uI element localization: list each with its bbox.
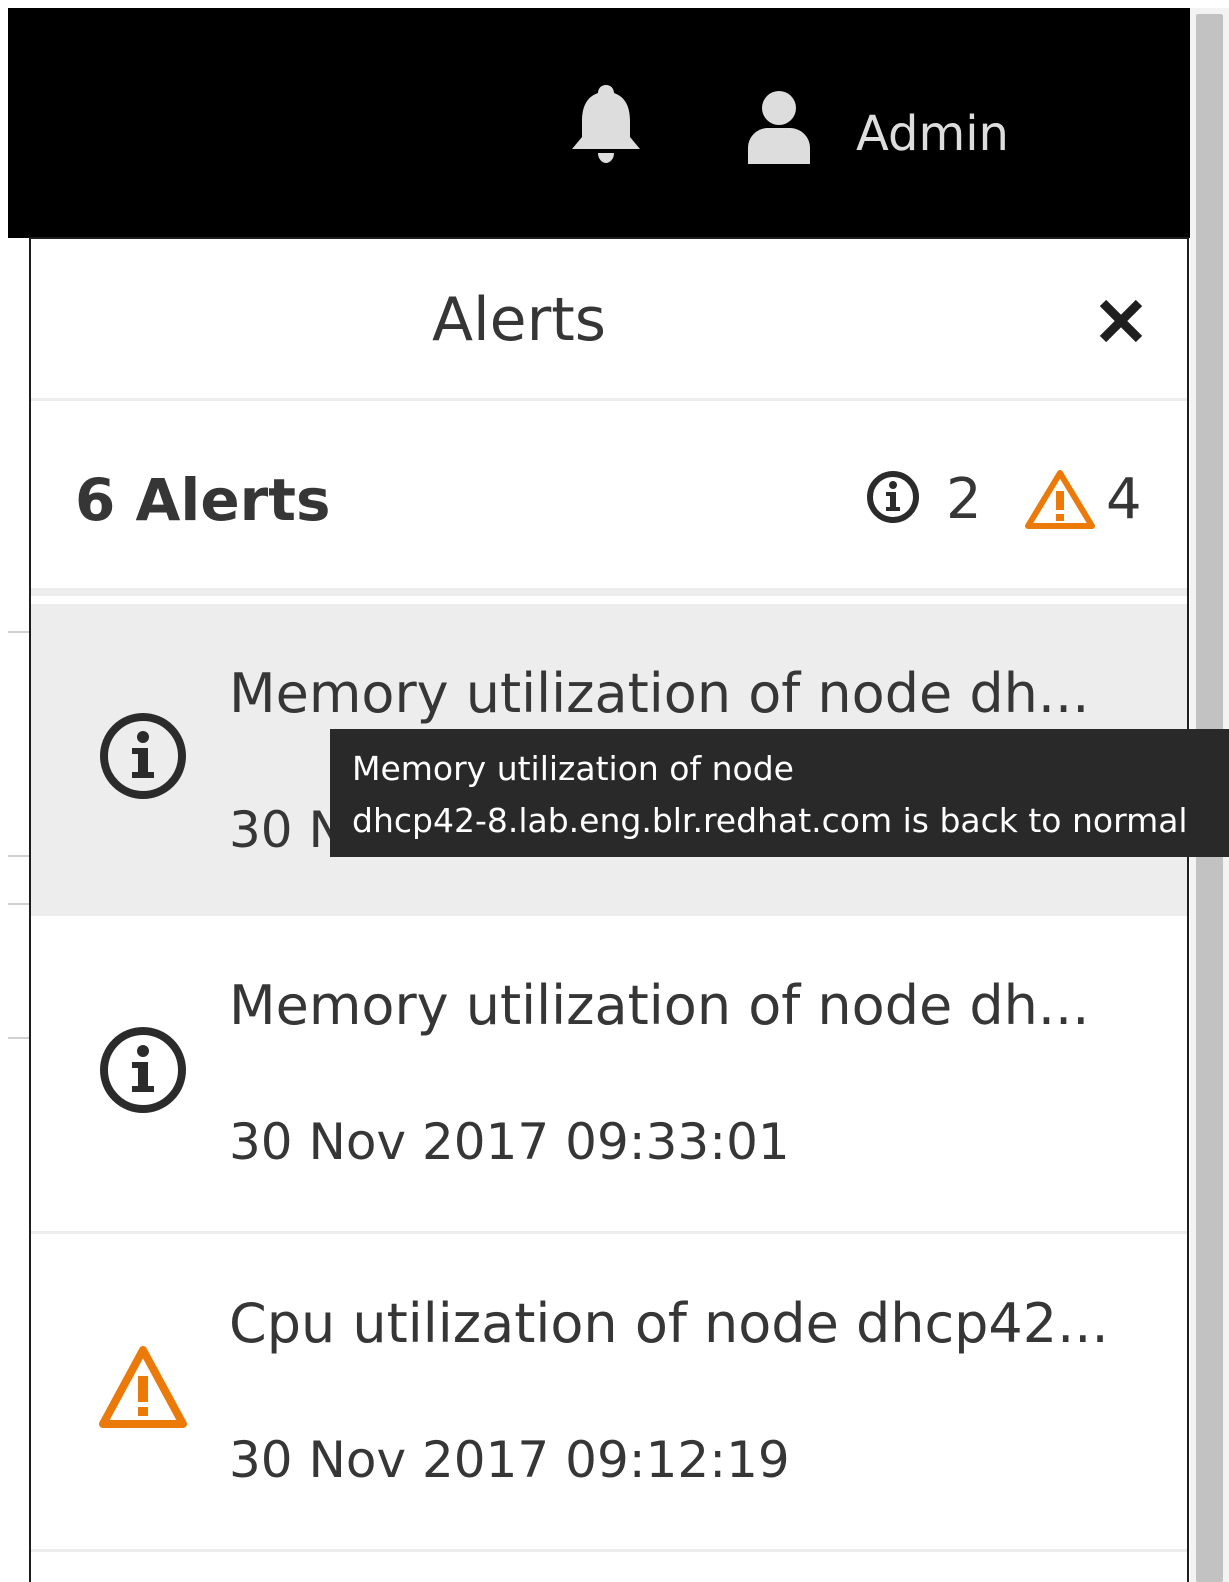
info-count: 2 xyxy=(946,467,982,532)
alert-tooltip: Memory utilization of node dhcp42-8.lab.… xyxy=(330,729,1229,857)
alerts-count-title: 6 Alerts xyxy=(75,466,331,534)
alert-message: Memory utilization of node dh... xyxy=(229,974,1090,1037)
background-divider xyxy=(8,855,30,857)
alert-message: Memory utilization of node dh... xyxy=(229,662,1090,725)
top-navbar: Admin xyxy=(8,8,1190,238)
background-divider xyxy=(8,1037,30,1039)
user-menu-name[interactable]: Admin xyxy=(856,102,1009,166)
alert-item[interactable]: Memory utilization of node dh... 30 Nov … xyxy=(31,916,1187,1234)
info-icon xyxy=(97,1024,189,1116)
warning-count: 4 xyxy=(1106,467,1142,532)
background-divider xyxy=(8,631,30,633)
user-icon[interactable] xyxy=(746,88,812,164)
close-icon[interactable] xyxy=(1095,295,1147,347)
page: Admin Alerts 6 Alerts 2 4 Memory utiliza… xyxy=(0,0,1229,1582)
alert-item[interactable]: Cpu utilization of node dhcp42... 30 Nov… xyxy=(31,1234,1187,1552)
bell-icon[interactable] xyxy=(566,81,646,165)
background-divider xyxy=(8,903,30,905)
info-icon xyxy=(97,710,189,802)
drawer-header: Alerts xyxy=(31,239,1187,401)
drawer-title: Alerts xyxy=(431,285,607,355)
alert-timestamp: 30 N xyxy=(229,801,346,859)
alerts-summary: 6 Alerts 2 4 xyxy=(31,401,1187,596)
alert-timestamp: 30 Nov 2017 09:12:19 xyxy=(229,1431,790,1489)
alert-message: Cpu utilization of node dhcp42... xyxy=(229,1292,1109,1355)
warning-icon xyxy=(1024,469,1096,529)
alert-timestamp: 30 Nov 2017 09:33:01 xyxy=(229,1113,790,1171)
alerts-drawer: Alerts 6 Alerts 2 4 Memory utilization o… xyxy=(29,237,1189,1582)
warning-icon xyxy=(97,1342,189,1434)
info-icon xyxy=(865,469,921,525)
tooltip-line: Memory utilization of node xyxy=(352,749,794,788)
tooltip-line: dhcp42-8.lab.eng.blr.redhat.com is back … xyxy=(352,801,1188,840)
